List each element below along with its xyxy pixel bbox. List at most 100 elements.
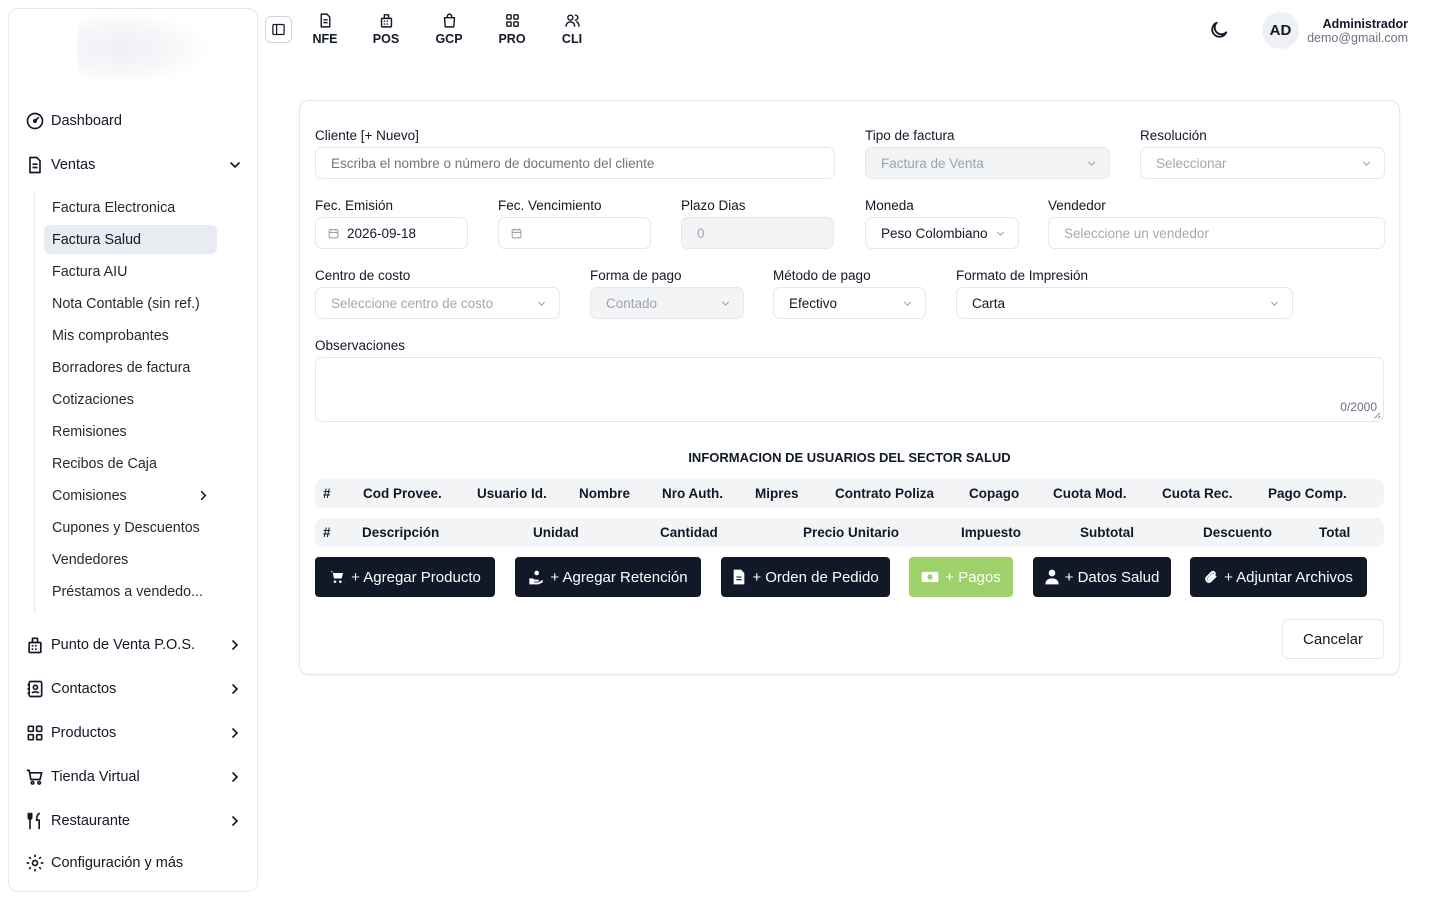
sub-item-label: Borradores de factura [52, 359, 191, 376]
avatar-initials: AD [1269, 22, 1292, 39]
fec-vencimiento-input[interactable] [498, 217, 651, 249]
sidebar-sub-comisiones[interactable]: Comisiones [44, 481, 217, 510]
sidebar-sub-vendedores[interactable]: Vendedores [44, 545, 217, 574]
moneda-label: Moneda [865, 198, 914, 213]
agregar-retencion-button[interactable]: + Agregar Retención [515, 557, 701, 597]
calendar-icon [511, 228, 522, 238]
company-logo[interactable] [77, 13, 205, 83]
sub-item-label: Factura Salud [52, 231, 142, 248]
tipo-factura-value: Factura de Venta [881, 155, 984, 171]
sidebar-sub-remisiones[interactable]: Remisiones [44, 417, 217, 446]
forma-pago-value: Contado [606, 295, 658, 311]
cliente-search-input[interactable] [331, 155, 819, 171]
cancel-button[interactable]: Cancelar [1282, 619, 1384, 659]
column-header: Pago Comp. [1268, 486, 1347, 501]
column-header: Usuario Id. [477, 486, 547, 501]
column-header: Cuota Mod. [1053, 486, 1127, 501]
metodo-pago-value: Efectivo [789, 295, 838, 311]
forma-pago-select[interactable]: Contado [590, 287, 744, 319]
sub-item-label: Factura Electronica [52, 199, 176, 216]
panel-left-icon [272, 23, 285, 36]
column-header: Unidad [533, 525, 579, 540]
top-link-label: POS [372, 32, 400, 46]
centro-costo-select[interactable]: Seleccione centro de costo [315, 287, 560, 319]
column-header: Cod Provee. [363, 486, 442, 501]
button-label: + Datos Salud [1064, 568, 1160, 586]
tipo-factura-select[interactable]: Factura de Venta [865, 147, 1110, 179]
chevron-down-icon [721, 301, 730, 306]
moneda-select[interactable]: Peso Colombiano [865, 217, 1019, 249]
sub-item-label: Factura AIU [52, 263, 128, 280]
shopping-cart-icon [330, 571, 344, 583]
top-link-gcp[interactable]: GCP [429, 12, 469, 46]
orden-pedido-button[interactable]: + Orden de Pedido [721, 557, 890, 597]
column-header: # [323, 486, 331, 501]
button-label: + Adjuntar Archivos [1224, 568, 1353, 586]
sub-item-label: Comisiones [52, 487, 127, 504]
sidebar-item-contactos[interactable]: Contactos [25, 674, 249, 704]
datos-salud-button[interactable]: + Datos Salud [1033, 557, 1171, 597]
top-link-pos[interactable]: POS [366, 12, 406, 46]
sidebar-item-label: Productos [51, 725, 117, 741]
top-link-nfe[interactable]: NFE [305, 12, 345, 46]
column-header: # [323, 525, 331, 540]
column-header: Contrato Poliza [835, 486, 935, 501]
metodo-pago-select[interactable]: Efectivo [773, 287, 926, 319]
chevron-down-icon [1087, 161, 1096, 166]
sidebar-sub-mis-comprobantes[interactable]: Mis comprobantes [44, 321, 217, 350]
chevron-right-icon [232, 816, 239, 826]
sidebar-sub-nota-contable[interactable]: Nota Contable (sin ref.) [44, 289, 217, 318]
cliente-input[interactable] [315, 147, 835, 179]
sidebar-sub-cotizaciones[interactable]: Cotizaciones [44, 385, 217, 414]
adjuntar-archivos-button[interactable]: + Adjuntar Archivos [1190, 557, 1367, 597]
moneda-value: Peso Colombiano [881, 225, 988, 241]
vendedor-select[interactable]: Seleccione un vendedor [1048, 217, 1385, 249]
sidebar-sub-factura-salud[interactable]: Factura Salud [44, 225, 217, 254]
top-link-label: CLI [561, 32, 583, 46]
register-icon [28, 637, 42, 654]
sidebar-sub-borradores[interactable]: Borradores de factura [44, 353, 217, 382]
sidebar-toggle-button[interactable] [265, 16, 292, 43]
sidebar-sub-cupones[interactable]: Cupones y Descuentos [44, 513, 217, 542]
sidebar-item-restaurante[interactable]: Restaurante [25, 806, 249, 836]
sidebar-item-configuracion[interactable]: Configuración y más [25, 848, 249, 878]
observaciones-textarea[interactable]: 0/2000 [315, 357, 1384, 422]
sidebar-sub-factura-electronica[interactable]: Factura Electronica [44, 193, 217, 222]
sub-item-label: Recibos de Caja [52, 455, 157, 472]
sub-item-label: Mis comprobantes [52, 327, 169, 344]
sidebar-sub-recibos-caja[interactable]: Recibos de Caja [44, 449, 217, 478]
top-link-pro[interactable]: PRO [492, 12, 532, 46]
top-link-cli[interactable]: CLI [552, 12, 592, 46]
fec-emision-input[interactable]: 2026-09-18 [315, 217, 468, 249]
sidebar-item-ventas[interactable]: Ventas [25, 150, 249, 180]
sidebar-item-dashboard[interactable]: Dashboard [25, 106, 249, 136]
plazo-dias-input[interactable]: 0 [681, 217, 834, 249]
sub-item-label: Nota Contable (sin ref.) [52, 295, 200, 312]
column-header: Precio Unitario [803, 525, 900, 540]
salud-table-header: # Cod Provee. Usuario Id. Nombre Nro Aut… [315, 479, 1384, 508]
sub-item-label: Préstamos a vendedo... [52, 583, 203, 600]
sidebar-sub-prestamos[interactable]: Préstamos a vendedo... [44, 577, 217, 606]
column-header: Mipres [755, 486, 799, 501]
char-counter: 0/2000 [1340, 400, 1377, 414]
sub-item-label: Remisiones [52, 423, 127, 440]
cliente-label[interactable]: Cliente [+ Nuevo] [315, 128, 419, 143]
moon-icon[interactable] [1208, 19, 1230, 41]
agregar-producto-button[interactable]: + Agregar Producto [315, 557, 495, 597]
chevron-right-icon [232, 772, 239, 782]
resize-handle-icon[interactable] [1373, 411, 1381, 419]
avatar[interactable]: AD [1262, 12, 1299, 49]
sidebar-sub-factura-aiu[interactable]: Factura AIU [44, 257, 217, 286]
chevron-down-icon [996, 231, 1005, 236]
sidebar-item-productos[interactable]: Productos [25, 718, 249, 748]
chevron-down-icon [537, 301, 546, 306]
gear-icon [26, 854, 44, 872]
formato-impresion-select[interactable]: Carta [956, 287, 1293, 319]
fork-knife-icon [27, 812, 41, 830]
sidebar-item-label: Punto de Venta P.O.S. [51, 637, 196, 653]
sidebar-item-tienda-virtual[interactable]: Tienda Virtual [25, 762, 249, 792]
resolucion-select[interactable]: Seleccionar [1140, 147, 1385, 179]
sidebar-item-pos[interactable]: Punto de Venta P.O.S. [25, 630, 249, 660]
button-label: + Agregar Producto [351, 568, 481, 586]
pagos-button[interactable]: + Pagos [909, 557, 1013, 597]
